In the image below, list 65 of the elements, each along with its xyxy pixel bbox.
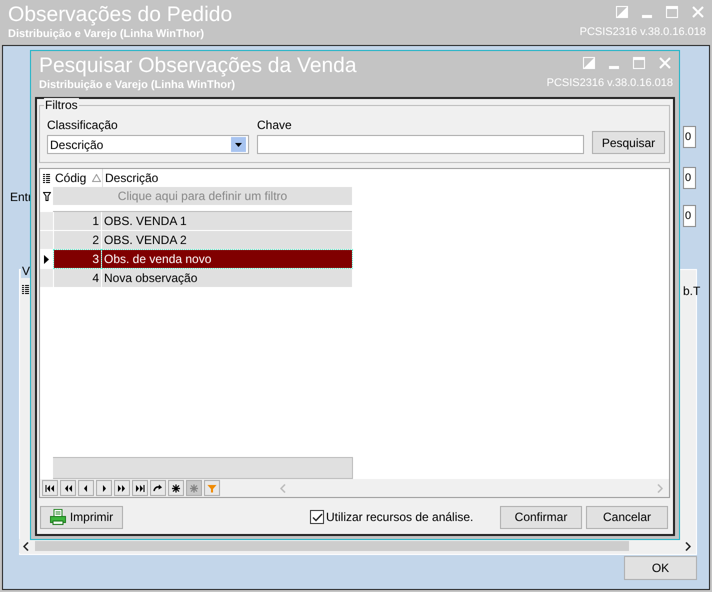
navigator-button[interactable]: [168, 480, 184, 496]
table-cell-text: OBS. VENDA 2: [103, 232, 188, 249]
asterisk-icon: [189, 484, 199, 492]
table-cell: 4: [54, 269, 102, 287]
window-subtitle: Distribuição e Varejo (Linha WinThor): [39, 79, 236, 91]
field-label: Chave: [257, 118, 293, 132]
maximize-icon[interactable]: [666, 6, 678, 18]
column-chooser-icon[interactable]: [43, 174, 50, 182]
scroll-left-icon[interactable]: [23, 542, 29, 550]
filter-icon[interactable]: [42, 192, 50, 200]
asterisk-icon: [171, 484, 181, 492]
navigator-button[interactable]: [78, 480, 94, 496]
table-row[interactable]: 3 Obs. de venda novo: [40, 250, 352, 269]
next-page-icon: [117, 484, 127, 492]
table-row[interactable]: 2 OBS. VENDA 2: [40, 231, 352, 250]
close-icon[interactable]: [692, 6, 704, 18]
navigator-button[interactable]: [96, 480, 112, 496]
table-cell: 1: [54, 212, 102, 230]
scroll-right-icon[interactable]: [685, 542, 691, 550]
column-chooser-icon[interactable]: [22, 285, 29, 294]
cancel-button[interactable]: Cancelar: [586, 506, 668, 528]
print-button[interactable]: Imprimir: [40, 506, 123, 528]
window-title: Observações do Pedido: [8, 2, 232, 28]
checkmark-icon: [312, 512, 322, 522]
navigator-button[interactable]: [150, 480, 166, 496]
restore-icon[interactable]: [616, 6, 628, 18]
navigator-button[interactable]: [132, 480, 148, 496]
version-label: PCSIS2316 v.38.0.16.018: [546, 76, 673, 89]
analysis-checkbox[interactable]: Utilizar recursos de análise.: [310, 510, 474, 524]
classification-dropdown[interactable]: Descrição: [47, 135, 249, 154]
input-field[interactable]: 0: [683, 126, 696, 148]
search-button[interactable]: Pesquisar: [592, 131, 665, 154]
table-cell: Obs. de venda novo: [102, 250, 352, 268]
restore-icon[interactable]: [583, 57, 595, 69]
version-label: PCSIS2316 v.38.0.16.018: [580, 25, 706, 38]
table-cell: 3: [54, 250, 102, 268]
window-title: Pesquisar Observações da Venda: [39, 53, 357, 79]
maximize-icon[interactable]: [633, 57, 645, 69]
previous-page-icon: [63, 484, 73, 492]
navigator-button[interactable]: [60, 480, 76, 496]
input-field[interactable]: 0: [683, 167, 696, 189]
key-field[interactable]: [257, 135, 584, 154]
last-record-icon: [135, 484, 145, 492]
table-cell-text: Nova observação: [103, 270, 198, 287]
group-label: Filtros: [44, 98, 79, 112]
field-label: Classificação: [47, 118, 119, 132]
window-subtitle: Distribuição e Varejo (Linha WinThor): [8, 28, 206, 40]
first-record-icon: [45, 484, 55, 492]
table-cell-text: OBS. VENDA 1: [103, 213, 188, 230]
sort-ascending-icon[interactable]: [92, 174, 102, 182]
form-label: Entr: [10, 190, 32, 204]
input-field[interactable]: 0: [683, 205, 696, 227]
table-row[interactable]: 4 Nova observação: [40, 269, 352, 288]
confirm-button[interactable]: Confirmar: [500, 506, 582, 528]
navigator-button[interactable]: [114, 480, 130, 496]
table-row[interactable]: 1 OBS. VENDA 1: [40, 212, 352, 231]
ok-button[interactable]: OK: [624, 556, 697, 580]
navigator-button[interactable]: [42, 480, 58, 496]
printer-icon: [50, 509, 66, 525]
current-row-icon: [44, 254, 49, 264]
filter-icon: [207, 484, 217, 492]
table-cell: b.T: [683, 284, 700, 298]
refresh-icon: [153, 484, 163, 492]
close-icon[interactable]: [659, 57, 671, 69]
group-label: V: [21, 264, 32, 278]
